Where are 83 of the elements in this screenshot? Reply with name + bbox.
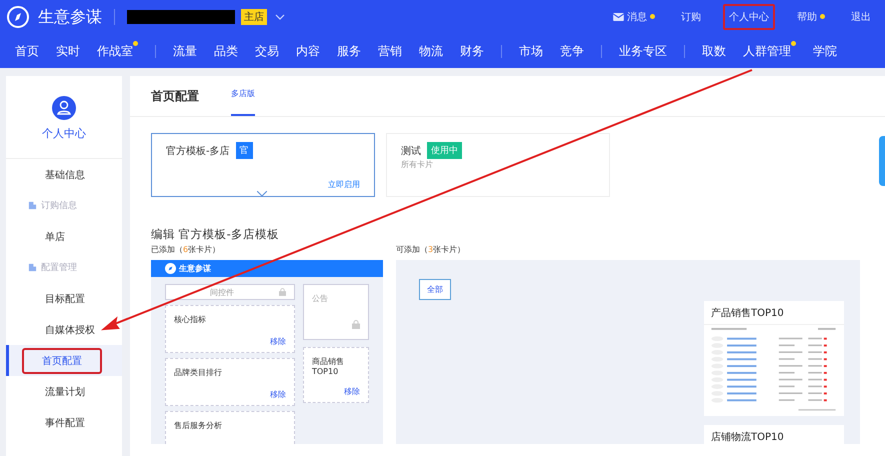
nav-item[interactable]: 交易 [255, 42, 279, 60]
item-label: 基础信息 [45, 168, 85, 182]
added-count: 已添加（6张卡片） [151, 244, 222, 255]
sidebar-item[interactable]: 目标配置 [6, 283, 122, 314]
remove-link[interactable]: 移除 [344, 386, 360, 397]
nav-item[interactable]: 财务 [460, 42, 484, 60]
highlight-frame: 首页配置 [22, 348, 102, 374]
item-label: 自媒体授权 [45, 324, 95, 338]
card-title: 商品销售TOP10 [312, 357, 344, 376]
item-label: 流量计划 [45, 386, 85, 400]
card-thumbnail[interactable]: 店铺物流TOP10 [704, 425, 844, 444]
lock-icon [279, 288, 286, 296]
sidebar-item[interactable]: 单店 [6, 221, 122, 252]
chevron-down-icon[interactable] [275, 14, 285, 20]
card-title: 公告 [312, 294, 328, 303]
card-title: 品牌类目排行 [174, 368, 222, 377]
apply-link[interactable]: 立即启用 [328, 179, 360, 190]
item-label: 事件配置 [45, 416, 85, 430]
card-title: 店铺物流TOP10 [704, 430, 844, 444]
header-link[interactable]: 消息 [609, 6, 659, 28]
card-title: 售后服务分析 [174, 421, 222, 430]
header-link[interactable]: 退出 [847, 6, 875, 28]
header-link[interactable]: 个人中心 [723, 4, 775, 30]
sidebar-item[interactable]: 流量计划 [6, 376, 122, 407]
preview-brand: 生意参谋 [179, 263, 211, 274]
tab[interactable]: 多店版 [231, 76, 255, 116]
sidebar-item[interactable]: 首页配置 [6, 345, 122, 376]
preview-card[interactable]: 核心指标 移除 [165, 305, 295, 353]
app-title: 生意参谋 [38, 6, 102, 28]
user-avatar-icon [52, 96, 76, 120]
page-title: 首页配置 [151, 88, 199, 104]
nav-item[interactable]: 学院 [813, 42, 837, 60]
template-name: 官方模板-多店 [166, 144, 230, 158]
nav-item[interactable]: 物流 [419, 42, 443, 60]
nav-item[interactable]: 实时 [56, 42, 80, 60]
template-subtitle: 所有卡片 [401, 159, 434, 170]
card-title: 产品销售TOP10 [704, 306, 844, 325]
nav-item[interactable]: 品类 [214, 42, 238, 60]
header-link[interactable]: 帮助 [793, 6, 829, 28]
template-badge: 使用中 [427, 142, 462, 159]
sidebar-item[interactable]: 事件配置 [6, 407, 122, 438]
nav-item[interactable]: 作战室 [97, 42, 138, 60]
shop-badge: 主店 [241, 9, 267, 25]
mail-icon [613, 13, 624, 21]
building-icon [28, 263, 37, 272]
nav-item[interactable]: 市场 [519, 42, 543, 60]
building-icon [28, 201, 37, 210]
preview-card[interactable]: 品牌类目排行 移除 [165, 358, 295, 406]
sidebar-title: 个人中心 [42, 126, 86, 140]
nav-item[interactable]: 内容 [296, 42, 320, 60]
header-link[interactable]: 订购 [677, 6, 705, 28]
template-card[interactable]: 测试 使用中 所有卡片 [386, 133, 610, 197]
preview-card[interactable]: 商品销售TOP10 移除 [303, 347, 369, 403]
nav-item[interactable]: 人群管理 [743, 42, 796, 60]
lock-icon [352, 320, 360, 329]
card-thumbnail[interactable]: 产品销售TOP10 [704, 301, 844, 416]
editor-title: 编辑 官方模板-多店模板 [150, 226, 280, 242]
group-label: 订购信息 [41, 200, 77, 212]
compass-icon [6, 5, 30, 29]
card-title: 核心指标 [174, 315, 206, 324]
sidebar-item[interactable]: 基础信息 [6, 159, 122, 190]
remove-link[interactable]: 移除 [270, 336, 286, 347]
nav-item[interactable]: 业务专区 [619, 42, 667, 60]
remove-link[interactable]: 移除 [270, 389, 286, 400]
pointer-notch-icon [257, 191, 267, 196]
nav-item[interactable]: 流量 [173, 42, 197, 60]
nav-item[interactable]: 服务 [337, 42, 361, 60]
template-card[interactable]: 官方模板-多店 官 立即启用 [151, 133, 375, 197]
available-count: 可添加（3张卡片） [396, 244, 466, 255]
compass-icon [165, 263, 176, 274]
template-name: 测试 [401, 144, 421, 158]
nav-item[interactable]: 营销 [378, 42, 402, 60]
item-label: 单店 [45, 230, 65, 244]
sidebar-item[interactable]: 自媒体授权 [6, 314, 122, 345]
filter-button[interactable]: 全部 [419, 279, 451, 300]
preview-card[interactable]: 售后服务分析 [165, 411, 295, 444]
field-label: 间控件 [210, 286, 234, 298]
nav-item[interactable]: 首页 [15, 42, 39, 60]
item-label: 目标配置 [45, 292, 85, 306]
nav-item[interactable]: 竞争 [560, 42, 584, 60]
nav-item[interactable]: 取数 [702, 42, 726, 60]
template-badge: 官 [236, 142, 253, 159]
group-label: 配置管理 [41, 262, 77, 274]
